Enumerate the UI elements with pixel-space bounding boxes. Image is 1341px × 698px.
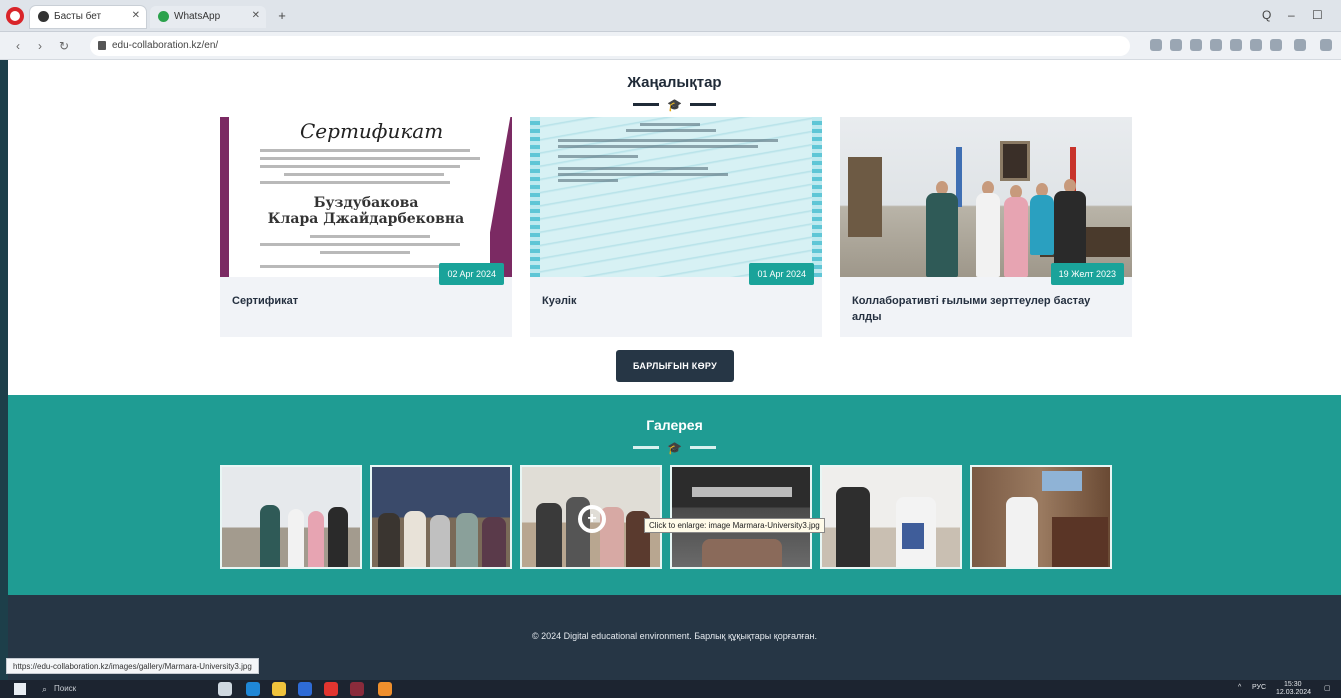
vpn-icon[interactable] xyxy=(1320,39,1332,51)
graduation-cap-icon: 🎓 xyxy=(667,440,682,455)
extension-icon[interactable] xyxy=(1190,39,1202,51)
lock-icon xyxy=(98,41,106,50)
new-tab-button[interactable]: + xyxy=(274,8,290,24)
certificate-heading: Сертификат xyxy=(300,119,444,143)
news-card-title[interactable]: Куәлік xyxy=(542,293,812,309)
see-all-button[interactable]: БАРЛЫҒЫН КӨРУ xyxy=(616,350,734,382)
task-view-icon[interactable] xyxy=(218,682,232,696)
news-card-title[interactable]: Сертификат xyxy=(232,293,502,309)
date-badge: 19 Желт 2023 xyxy=(1050,263,1124,285)
group-photo-image[interactable] xyxy=(840,117,1132,277)
certificate-name-line2: Клара Джайдарбековна xyxy=(267,211,465,227)
tab-whatsapp[interactable]: WhatsApp ✕ xyxy=(150,6,266,28)
tray-chevron-icon[interactable]: ^ xyxy=(1238,684,1241,691)
status-bar-url: https://edu-collaboration.kz/images/gall… xyxy=(6,658,259,674)
gallery-thumbnail[interactable] xyxy=(220,465,362,569)
close-tab-icon[interactable]: ✕ xyxy=(132,10,140,21)
url-input[interactable]: edu-collaboration.kz/en/ xyxy=(90,36,1130,56)
download-icon[interactable] xyxy=(1250,39,1262,51)
extension-icon[interactable] xyxy=(1170,39,1182,51)
gallery-title: Галерея xyxy=(646,417,703,433)
certificate-image[interactable]: Сертификат Буздубакова Клара Джайдарбеко… xyxy=(220,117,512,277)
extension-icon[interactable] xyxy=(1270,39,1282,51)
gallery-thumbnail[interactable] xyxy=(970,465,1112,569)
whatsapp-icon xyxy=(158,11,169,22)
search-icon: ⌕ xyxy=(42,684,48,694)
address-bar: ‹ › ↻ edu-collaboration.kz/en/ xyxy=(0,32,1341,60)
image-tooltip: Click to enlarge: image Marmara-Universi… xyxy=(644,518,825,533)
tab-home[interactable]: Басты бет ✕ xyxy=(30,6,146,28)
browser-tabbar: Басты бет ✕ WhatsApp ✕ + Q – ☐ xyxy=(0,0,1341,32)
tab-label: Басты бет xyxy=(54,11,102,22)
minimize-button[interactable]: – xyxy=(1288,8,1295,22)
clock-time[interactable]: 15:30 xyxy=(1284,681,1302,688)
file-explorer-icon[interactable] xyxy=(272,682,286,696)
certificate-name-line1: Буздубакова xyxy=(313,195,419,211)
gallery-thumbnail[interactable] xyxy=(670,465,812,569)
news-card[interactable]: Сертификат Буздубакова Клара Джайдарбеко… xyxy=(220,117,512,337)
section-divider: 🎓 xyxy=(8,439,1341,457)
opera-icon[interactable] xyxy=(324,682,338,696)
search-tabs-icon[interactable]: Q xyxy=(1262,8,1271,22)
url-text: edu-collaboration.kz/en/ xyxy=(112,40,219,51)
notifications-icon[interactable]: ▢ xyxy=(1324,684,1331,692)
chrome-icon[interactable] xyxy=(378,682,392,696)
opera-logo-icon[interactable] xyxy=(6,7,24,25)
gallery-thumbnail[interactable] xyxy=(820,465,962,569)
clock-date[interactable]: 12.03.2024 xyxy=(1276,689,1311,696)
section-divider: 🎓 xyxy=(8,96,1341,114)
date-badge: 02 Apr 2024 xyxy=(439,263,504,285)
windows-taskbar: ⌕ Поиск ^ РУС 15:30 12.03.2024 ▢ xyxy=(0,680,1341,698)
language-indicator[interactable]: РУС xyxy=(1252,684,1266,691)
snapshot-icon[interactable] xyxy=(1294,39,1306,51)
web-page: Жаңалықтар 🎓 Сертификат Буздубакова Клар… xyxy=(8,60,1341,680)
gallery-section: Галерея 🎓 + Click to enlarge: image Marm… xyxy=(8,395,1341,595)
windows-start-icon[interactable] xyxy=(14,683,26,695)
gallery-thumbnail[interactable]: + xyxy=(520,465,662,569)
heart-icon[interactable] xyxy=(1230,39,1242,51)
news-card-title[interactable]: Коллаборативті ғылыми зерттеулер бастау … xyxy=(852,293,1122,325)
taskbar-search[interactable]: ⌕ Поиск xyxy=(40,682,190,696)
news-card[interactable]: 19 Желт 2023 Коллаборативті ғылыми зертт… xyxy=(840,117,1132,337)
maximize-button[interactable]: ☐ xyxy=(1312,8,1323,22)
tab-label: WhatsApp xyxy=(174,11,221,22)
gallery-thumbnail[interactable] xyxy=(370,465,512,569)
date-badge: 01 Apr 2024 xyxy=(749,263,814,285)
site-favicon-icon xyxy=(38,11,49,22)
diploma-image[interactable] xyxy=(530,117,822,277)
extension-icon[interactable] xyxy=(1210,39,1222,51)
copyright-text: © 2024 Digital educational environment. … xyxy=(531,631,818,641)
news-card[interactable]: 01 Apr 2024 Куәлік xyxy=(530,117,822,337)
extension-icon[interactable] xyxy=(1150,39,1162,51)
close-tab-icon[interactable]: ✕ xyxy=(252,10,260,21)
app-icon[interactable] xyxy=(298,682,312,696)
back-icon[interactable]: ‹ xyxy=(10,38,26,54)
forward-icon[interactable]: › xyxy=(32,38,48,54)
edge-icon[interactable] xyxy=(246,682,260,696)
zoom-in-icon[interactable]: + xyxy=(578,505,606,533)
graduation-cap-icon: 🎓 xyxy=(667,97,682,112)
search-placeholder: Поиск xyxy=(54,684,77,693)
app-icon[interactable] xyxy=(350,682,364,696)
reload-icon[interactable]: ↻ xyxy=(56,38,72,54)
news-section-title: Жаңалықтар xyxy=(627,74,722,91)
